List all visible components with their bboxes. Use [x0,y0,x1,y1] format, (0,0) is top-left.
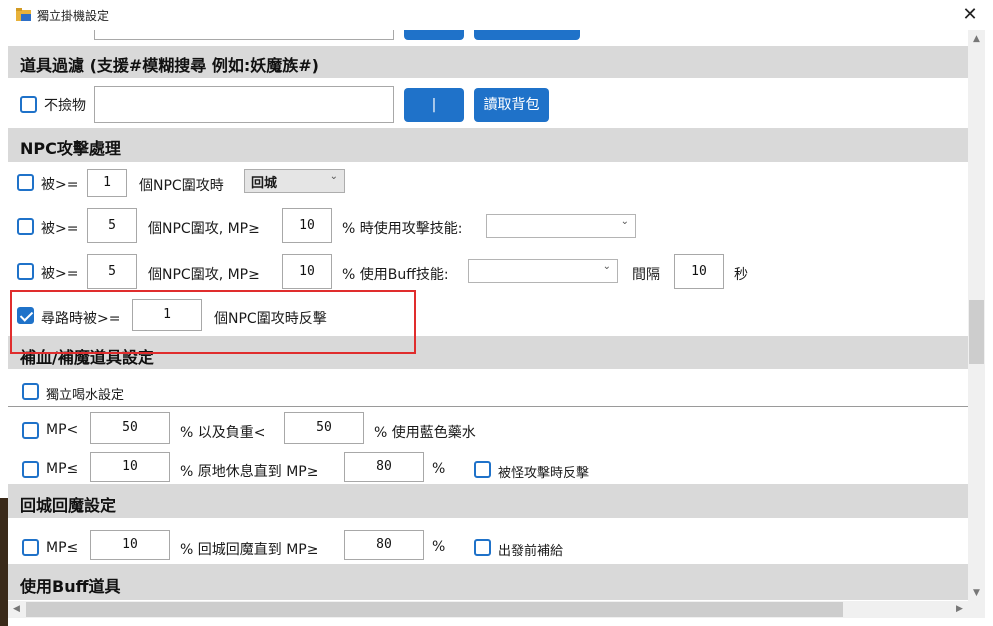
restore-rowB-checkbox[interactable] [22,461,39,478]
npc-row1-label: 個NPC圍攻時 [139,178,224,194]
restore-rowB-label: MP≤ [46,461,79,477]
return-city-label: MP≤ [46,540,79,556]
section-buff-items: 使用Buff道具 [8,564,968,600]
section-npc: NPC攻擊處理 [8,128,968,162]
npc-row3-count-input[interactable]: 5 [87,254,137,289]
previous-input[interactable] [94,30,394,40]
section-title: NPC攻擊處理 [20,139,121,158]
read-bag-button[interactable]: 讀取背包 [474,88,549,122]
window-title: 獨立掛機設定 [37,9,110,23]
restore-rowB-target-input[interactable]: 80 [344,452,424,482]
npc-row3-suffix: % 使用Buff技能: [342,267,449,283]
divider [8,406,968,407]
npc-row2-count-input[interactable]: 5 [87,208,137,243]
npc-row3-unit: 秒 [734,267,748,283]
title-bar: 獨立掛機設定 ✕ [0,0,993,30]
no-pickup-label: 不撿物 [44,98,86,114]
section-restore: 補血/補魔道具設定 [8,336,968,369]
resupply-checkbox[interactable] [474,539,491,556]
restore-rowB-pct: % [432,461,446,477]
return-city-target-input[interactable]: 80 [344,530,424,560]
npc-row3-checkbox[interactable] [17,263,34,280]
section-item-filter: 道具過濾 (支援#模糊搜尋 例如:妖魔族#) [8,46,968,78]
npc-row4-checkbox[interactable] [17,307,34,324]
chevron-down-icon: ⌄ [602,261,611,272]
section-title: 道具過濾 (支援#模糊搜尋 例如:妖魔族#) [20,56,319,75]
independent-drink-label: 獨立喝水設定 [46,388,125,403]
chevron-down-icon: ⌄ [329,171,338,182]
counter-attack-checkbox[interactable] [474,461,491,478]
restore-rowA-suffix: % 使用藍色藥水 [374,425,476,441]
section-return-city: 回城回魔設定 [8,484,968,518]
npc-row4-prefix: 尋路時被>= [41,311,121,327]
npc-row3-mp-input[interactable]: 10 [282,254,332,289]
scrollbar-corner [968,601,985,618]
no-pickup-checkbox[interactable] [20,96,37,113]
npc-row4-suffix: 個NPC圍攻時反擊 [214,311,327,327]
restore-rowA-weight-input[interactable]: 50 [284,412,364,444]
return-city-mp-input[interactable]: 10 [90,530,170,560]
restore-rowB-mp-input[interactable]: 10 [90,452,170,482]
previous-button-1[interactable] [404,30,464,40]
section-title: 使用Buff道具 [20,577,121,596]
pipe-button[interactable]: | [404,88,464,122]
section-title: 補血/補魔道具設定 [20,348,154,367]
restore-rowA-label: MP< [46,422,79,438]
npc-row3-buff-skill-select[interactable]: ⌄ [468,259,618,283]
section-title: 回城回魔設定 [20,496,117,515]
scroll-down-icon[interactable]: ▼ [969,588,984,598]
select-value: 回城 [251,176,278,191]
return-city-mid: % 回城回魔直到 MP≥ [180,542,319,558]
background-window-edge [0,498,8,626]
vertical-scroll-thumb[interactable] [969,300,984,364]
npc-row1-checkbox[interactable] [17,174,34,191]
npc-row2-prefix: 被>= [41,221,79,237]
chevron-down-icon: ⌄ [620,216,629,227]
return-city-checkbox[interactable] [22,539,39,556]
npc-row1-count-input[interactable]: 1 [87,169,127,197]
counter-attack-label: 被怪攻擊時反擊 [498,466,590,481]
npc-row2-suffix: % 時使用攻擊技能: [342,221,463,237]
npc-row1-prefix: 被>= [41,177,79,193]
restore-rowB-mid: % 原地休息直到 MP≥ [180,464,319,480]
resupply-label: 出發前補給 [498,544,564,559]
npc-row2-label: 個NPC圍攻, MP≥ [148,221,260,237]
previous-button-2[interactable] [474,30,580,40]
restore-rowA-mid: % 以及負重< [180,425,266,441]
npc-row3-interval-input[interactable]: 10 [674,254,724,289]
npc-row3-interval-label: 間隔 [632,267,660,283]
restore-rowA-checkbox[interactable] [22,422,39,439]
npc-row2-attack-skill-select[interactable]: ⌄ [486,214,636,238]
horizontal-scroll-thumb[interactable] [26,602,843,617]
npc-row3-prefix: 被>= [41,266,79,282]
scroll-right-icon[interactable]: ▶ [952,604,967,614]
restore-rowA-mp-input[interactable]: 50 [90,412,170,444]
npc-row2-mp-input[interactable]: 10 [282,208,332,243]
close-icon[interactable]: ✕ [960,4,980,26]
npc-row1-select[interactable]: 回城 ⌄ [244,169,345,193]
independent-drink-checkbox[interactable] [22,383,39,400]
item-filter-input[interactable] [94,86,394,123]
npc-row2-checkbox[interactable] [17,218,34,235]
npc-row3-label: 個NPC圍攻, MP≥ [148,267,260,283]
scroll-left-icon[interactable]: ◀ [9,604,24,614]
folder-icon [16,8,31,21]
scroll-up-icon[interactable]: ▲ [969,34,984,44]
settings-panel: 道具過濾 (支援#模糊搜尋 例如:妖魔族#) 不撿物 | 讀取背包 NPC攻擊處… [8,30,968,600]
return-city-pct: % [432,539,446,555]
npc-row4-count-input[interactable]: 1 [132,299,202,331]
